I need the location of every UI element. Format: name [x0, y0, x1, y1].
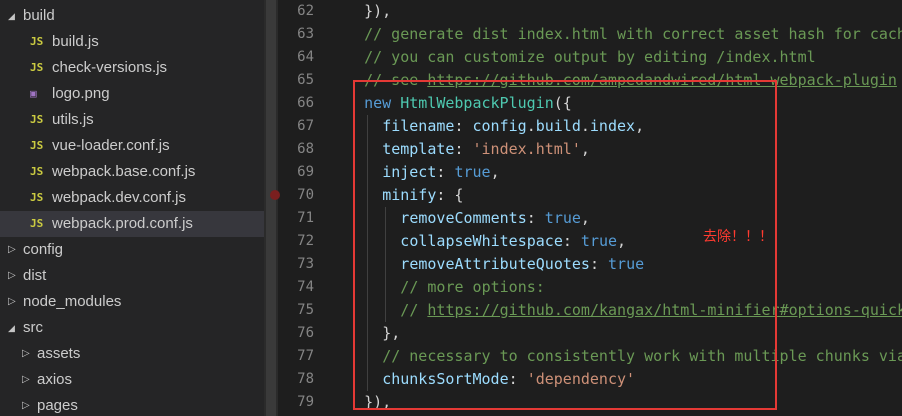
explorer-file[interactable]: JS vue-loader.conf.js — [0, 133, 264, 159]
line-number: 72 — [297, 233, 314, 249]
chevron-right-icon[interactable]: ▷ — [8, 263, 16, 289]
explorer-file[interactable]: JS build.js — [0, 29, 264, 55]
explorer-item-label: webpack.dev.conf.js — [52, 189, 186, 206]
code-line[interactable]: }), — [364, 0, 391, 23]
js-file-icon: JS — [30, 35, 44, 48]
line-number: 67 — [297, 118, 314, 134]
chevron-right-icon[interactable]: ▷ — [8, 289, 16, 315]
line-number: 77 — [297, 348, 314, 364]
explorer-folder[interactable]: ◢ build — [0, 3, 264, 29]
code-token: // you can customize output by editing /… — [364, 48, 816, 66]
line-number: 71 — [297, 210, 314, 226]
explorer-item-label: src — [23, 319, 43, 336]
js-file-icon: JS — [30, 61, 44, 74]
explorer-folder[interactable]: ▷ pages — [0, 393, 264, 416]
chevron-right-icon[interactable]: ▷ — [22, 393, 30, 416]
explorer-item-label: config — [23, 241, 64, 258]
explorer-item-label: webpack.base.conf.js — [52, 163, 196, 180]
explorer-item-label: dist — [23, 267, 47, 284]
chevron-down-icon[interactable]: ◢ — [8, 315, 15, 341]
code-line[interactable]: // you can customize output by editing /… — [364, 46, 816, 69]
line-number: 79 — [297, 394, 314, 410]
explorer-item-label: utils.js — [52, 111, 94, 128]
explorer-item-label: assets — [37, 345, 81, 362]
line-number: 69 — [297, 164, 314, 180]
explorer-file[interactable]: JS check-versions.js — [0, 55, 264, 81]
line-number: 68 — [297, 141, 314, 157]
code-line[interactable]: // generate dist index.html with correct… — [364, 23, 902, 46]
annotation-text: 去除！！！ — [703, 229, 773, 245]
explorer-file[interactable]: JS webpack.base.conf.js — [0, 159, 264, 185]
line-number: 75 — [297, 302, 314, 318]
code-token: // generate dist index.html with correct… — [364, 25, 902, 43]
js-file-icon: JS — [30, 139, 44, 152]
explorer-folder[interactable]: ▷ config — [0, 237, 264, 263]
explorer-item-label: node_modules — [23, 293, 122, 310]
explorer-item-label: build — [23, 7, 55, 24]
line-number: 63 — [297, 26, 314, 42]
line-number: 73 — [297, 256, 314, 272]
js-file-icon: JS — [30, 191, 44, 204]
breakpoint-icon[interactable] — [270, 190, 280, 200]
explorer-folder[interactable]: ◢ src — [0, 315, 264, 341]
explorer-folder[interactable]: ▷ node_modules — [0, 289, 264, 315]
explorer-file[interactable]: JS webpack.prod.conf.js — [0, 211, 264, 237]
line-number-gutter[interactable]: 62 63 64 65 66 67 68 69 70 71 72 73 74 75 76 77 78 79 — [278, 0, 330, 416]
explorer-file[interactable]: JS utils.js — [0, 107, 264, 133]
explorer-folder[interactable]: ▷ axios — [0, 367, 264, 393]
image-file-icon: ▣ — [30, 87, 37, 100]
explorer-item-label: webpack.prod.conf.js — [52, 215, 193, 232]
explorer-folder[interactable]: ▷ dist — [0, 263, 264, 289]
explorer-file[interactable]: ▣ logo.png — [0, 81, 264, 107]
explorer-item-label: vue-loader.conf.js — [52, 137, 170, 154]
js-file-icon: JS — [30, 113, 44, 126]
line-number: 74 — [297, 279, 314, 295]
line-number: 64 — [297, 49, 314, 65]
chevron-right-icon[interactable]: ▷ — [22, 341, 30, 367]
chevron-right-icon[interactable]: ▷ — [22, 367, 30, 393]
explorer-item-label: pages — [37, 397, 78, 414]
code-token: }), — [364, 2, 392, 20]
explorer-item-label: check-versions.js — [52, 59, 168, 76]
explorer-item-label: logo.png — [52, 85, 110, 102]
line-number: 62 — [297, 3, 314, 19]
line-number: 66 — [297, 95, 314, 111]
line-number: 76 — [297, 325, 314, 341]
explorer-folder[interactable]: ▷ assets — [0, 341, 264, 367]
chevron-right-icon[interactable]: ▷ — [8, 237, 16, 263]
line-number: 65 — [297, 72, 314, 88]
js-file-icon: JS — [30, 165, 44, 178]
file-explorer: ◢ build JS build.js JS check-versions.js ▣ logo… — [0, 0, 264, 416]
explorer-item-label: axios — [37, 371, 73, 388]
explorer-item-label: build.js — [52, 33, 99, 50]
js-file-icon: JS — [30, 217, 44, 230]
line-number: 78 — [297, 371, 314, 387]
line-number: 70 — [297, 187, 314, 203]
explorer-file[interactable]: JS webpack.dev.conf.js — [0, 185, 264, 211]
chevron-down-icon[interactable]: ◢ — [8, 3, 15, 29]
